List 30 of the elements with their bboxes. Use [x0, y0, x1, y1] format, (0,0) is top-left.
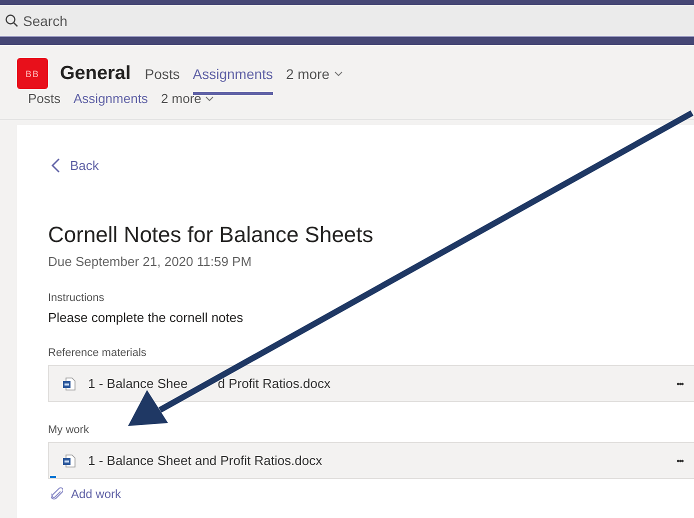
- section-label: Reference materials: [48, 347, 146, 359]
- due-date: Due September 21, 2020 11:59 PM: [48, 254, 252, 269]
- section-label: Instructions: [48, 292, 104, 304]
- more-tabs-button[interactable]: 2 more: [286, 66, 343, 82]
- channel-tab[interactable]: Assignments: [192, 66, 273, 82]
- channel-tab[interactable]: Posts: [28, 91, 61, 106]
- file-attachment[interactable]: 1 - Balance Sheet and Profit Ratios.docx •••: [48, 442, 694, 479]
- channel-tab[interactable]: Assignments: [74, 91, 148, 106]
- add-work-link[interactable]: Add work: [51, 487, 122, 501]
- chevron-left-icon: [51, 158, 60, 173]
- file-name: 1 - Balance Shee: [88, 376, 188, 391]
- section-label: My work: [48, 424, 89, 436]
- search-icon: [5, 14, 18, 27]
- back-link[interactable]: Back: [51, 158, 99, 173]
- file-name: d Profit Ratios.docx: [218, 376, 330, 391]
- document-icon: [62, 376, 76, 390]
- document-icon: [62, 454, 76, 468]
- chevron-down-icon: [334, 70, 343, 76]
- more-options-button[interactable]: •••: [676, 378, 683, 388]
- more-options-button[interactable]: •••: [676, 456, 683, 466]
- paperclip-icon: [51, 487, 63, 501]
- chevron-down-icon: [205, 96, 214, 102]
- more-tabs-button[interactable]: 2 more: [160, 91, 214, 106]
- instructions-text: Please complete the cornell notes: [48, 310, 244, 325]
- channel-name: General: [60, 62, 131, 84]
- assignment-title: Cornell Notes for Balance Sheets: [48, 222, 374, 248]
- channel-tab[interactable]: Posts: [144, 66, 180, 82]
- progress-indicator: [50, 476, 56, 478]
- file-attachment[interactable]: 1 - Balance Shee d Profit Ratios.docx •••: [48, 365, 694, 402]
- team-avatar: BB: [17, 58, 48, 89]
